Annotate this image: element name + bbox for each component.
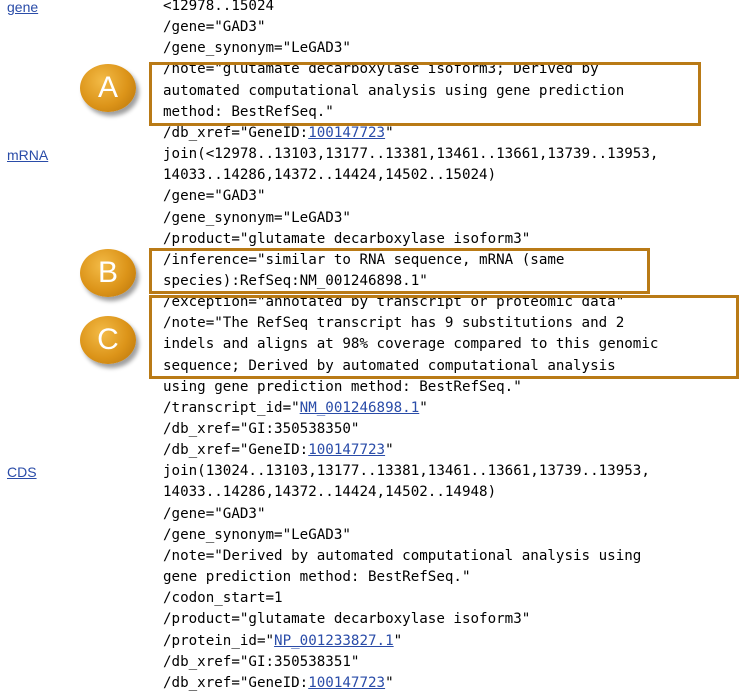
accession-link[interactable]: 100147723	[308, 125, 385, 141]
qualifier-line: /note="Derived by automated computationa…	[163, 547, 642, 564]
qualifier-line: /gene="GAD3"	[163, 188, 266, 205]
qualifier-suffix: "	[419, 399, 428, 416]
feature-key-mrna[interactable]: mRNA	[7, 146, 48, 164]
callout-badge-a: A	[80, 64, 136, 112]
qualifier-prefix: /protein_id="	[163, 632, 275, 649]
qualifier-suffix: "	[385, 124, 394, 141]
qualifier-suffix: "	[385, 674, 394, 691]
qualifier-line: /gene_synonym="LeGAD3"	[163, 526, 351, 543]
qualifier-line: /db_xref="GeneID:100147723"	[163, 673, 394, 694]
callout-badge-c: C	[80, 316, 136, 364]
qualifier-line: gene prediction method: BestRefSeq."	[163, 569, 471, 586]
callout-badge-b: B	[80, 249, 136, 297]
qualifier-line: /codon_start=1	[163, 590, 283, 607]
feature-key-cds[interactable]: CDS	[7, 463, 37, 481]
qualifier-prefix: /db_xref="GeneID:	[163, 674, 309, 691]
qualifier-prefix: /db_xref="GeneID:	[163, 442, 309, 459]
qualifier-line: /transcript_id="NM_001246898.1"	[163, 398, 428, 419]
qualifier-line: 14033..14286,14372..14424,14502..15024)	[163, 167, 497, 184]
qualifier-line: using gene prediction method: BestRefSeq…	[163, 378, 522, 395]
qualifier-line: /gene_synonym="LeGAD3"	[163, 209, 351, 226]
feature-key-gene[interactable]: gene	[7, 0, 38, 16]
qualifier-line: /product="glutamate decarboxylase isofor…	[163, 230, 531, 247]
qualifier-line: /product="glutamate decarboxylase isofor…	[163, 611, 531, 628]
qualifier-line: /db_xref="GI:350538351"	[163, 653, 360, 670]
callout-box-a	[149, 62, 701, 126]
qualifier-line: 14033..14286,14372..14424,14502..14948)	[163, 484, 497, 501]
accession-link[interactable]: 100147723	[308, 442, 385, 458]
qualifier-line: /db_xref="GeneID:100147723"	[163, 440, 394, 461]
qualifier-line: <12978..15024	[163, 0, 275, 14]
qualifier-line: join(<12978..13103,13177..13381,13461..1…	[163, 146, 659, 163]
callout-box-c	[149, 295, 739, 379]
qualifier-line: /db_xref="GI:350538350"	[163, 421, 360, 437]
qualifier-suffix: "	[393, 632, 403, 649]
accession-link[interactable]: NM_001246898.1	[300, 400, 420, 416]
qualifier-line: /protein_id="NP_001233827.1"	[163, 631, 402, 652]
qualifier-line: /db_xref="GeneID:100147723"	[163, 123, 394, 144]
qualifier-prefix: /transcript_id="	[163, 399, 300, 416]
qualifier-line: /gene="GAD3"	[163, 505, 266, 522]
qualifier-line: /gene_synonym="LeGAD3"	[163, 40, 351, 57]
qualifier-line: join(13024..13103,13177..13381,13461..13…	[163, 463, 650, 480]
accession-link[interactable]: NP_001233827.1	[274, 633, 394, 649]
callout-box-b	[149, 248, 650, 294]
qualifier-suffix: "	[385, 442, 394, 459]
qualifier-prefix: /db_xref="GeneID:	[163, 124, 309, 141]
accession-link[interactable]: 100147723	[308, 675, 385, 691]
qualifier-line: /gene="GAD3"	[163, 19, 266, 36]
